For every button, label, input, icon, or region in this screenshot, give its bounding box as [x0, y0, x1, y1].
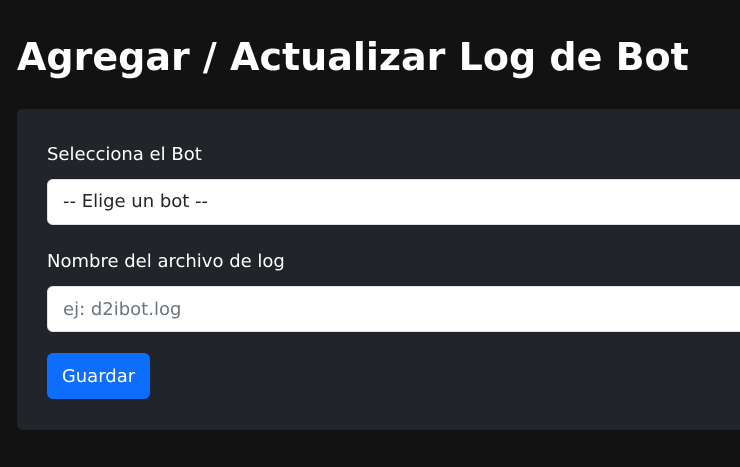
bot-log-form-card: Selecciona el Bot -- Elige un bot -- Nom…: [17, 109, 740, 430]
save-button[interactable]: Guardar: [47, 353, 150, 399]
log-filename-input[interactable]: [47, 286, 740, 332]
bot-select-label: Selecciona el Bot: [47, 144, 202, 165]
page-title: Agregar / Actualizar Log de Bot: [17, 35, 689, 79]
log-filename-label: Nombre del archivo de log: [47, 251, 285, 272]
bot-select[interactable]: -- Elige un bot --: [47, 179, 740, 225]
page: Agregar / Actualizar Log de Bot Seleccio…: [0, 0, 740, 467]
